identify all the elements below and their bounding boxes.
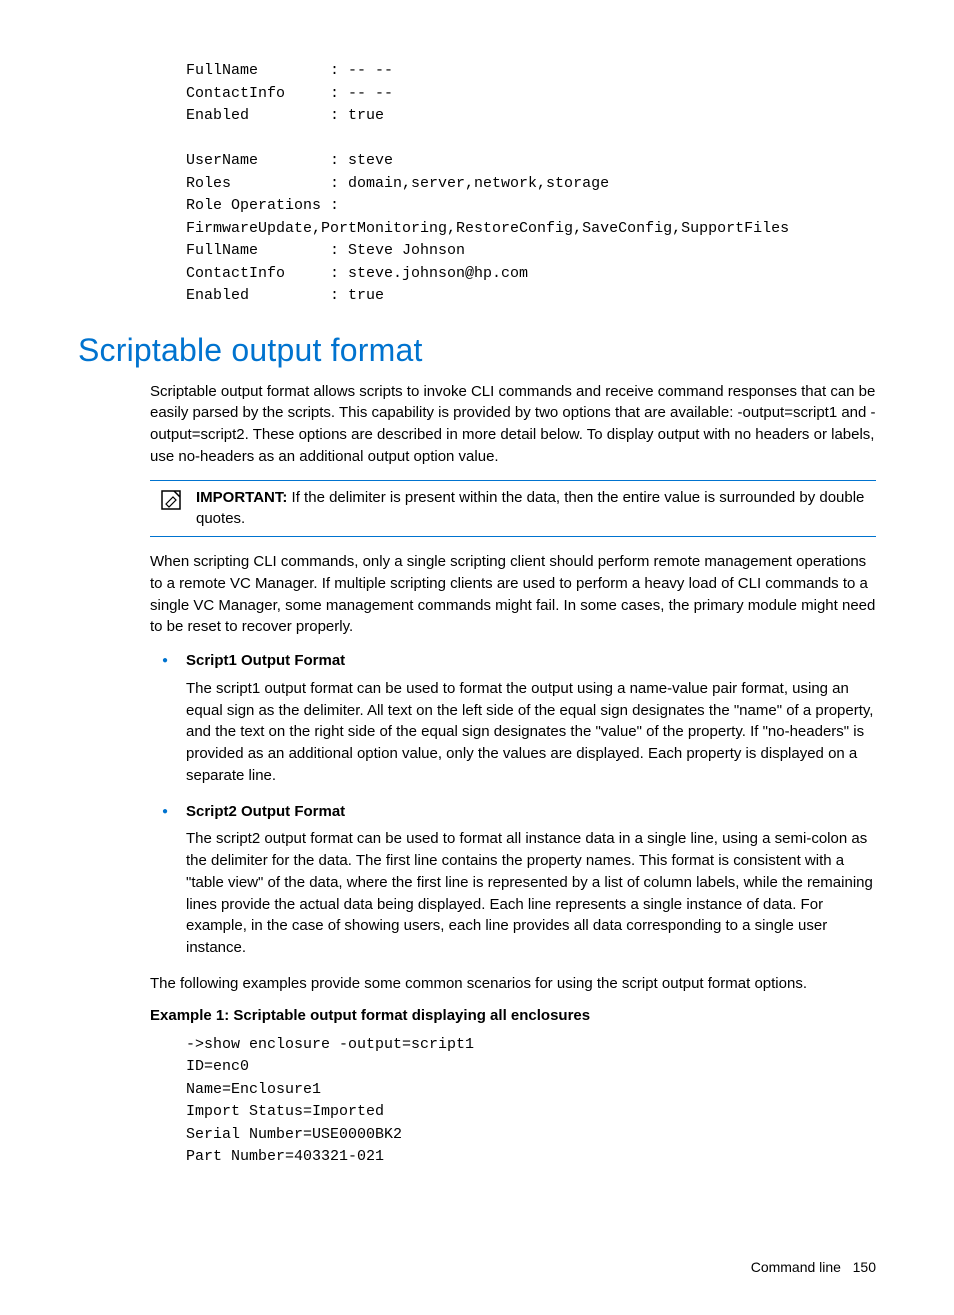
callout-text: If the delimiter is present within the d…	[196, 489, 864, 528]
callout-label: IMPORTANT:	[196, 489, 287, 506]
list-item: Script2 Output Format The script2 output…	[150, 801, 876, 959]
important-callout: IMPORTANT: If the delimiter is present w…	[150, 480, 876, 538]
formats-list: Script1 Output Format The script1 output…	[150, 650, 876, 959]
format-title: Script1 Output Format	[186, 650, 876, 672]
format-title: Script2 Output Format	[186, 801, 876, 823]
example-1-title: Example 1: Scriptable output format disp…	[150, 1007, 876, 1024]
examples-intro: The following examples provide some comm…	[150, 973, 876, 995]
list-item: Script1 Output Format The script1 output…	[150, 650, 876, 787]
section-heading: Scriptable output format	[78, 332, 876, 369]
footer-page-number: 150	[853, 1259, 876, 1275]
code-block-top: FullName : -- -- ContactInfo : -- -- Ena…	[186, 60, 876, 308]
intro-paragraph: Scriptable output format allows scripts …	[150, 381, 876, 468]
format-body: The script1 output format can be used to…	[186, 678, 876, 787]
page-footer: Command line 150	[78, 1259, 876, 1275]
example-1-code: ->show enclosure -output=script1 ID=enc0…	[186, 1034, 876, 1169]
callout-body: IMPORTANT: If the delimiter is present w…	[192, 487, 876, 531]
note-icon	[150, 487, 192, 517]
footer-section: Command line	[751, 1259, 841, 1275]
middle-paragraph: When scripting CLI commands, only a sing…	[150, 551, 876, 638]
format-body: The script2 output format can be used to…	[186, 828, 876, 959]
